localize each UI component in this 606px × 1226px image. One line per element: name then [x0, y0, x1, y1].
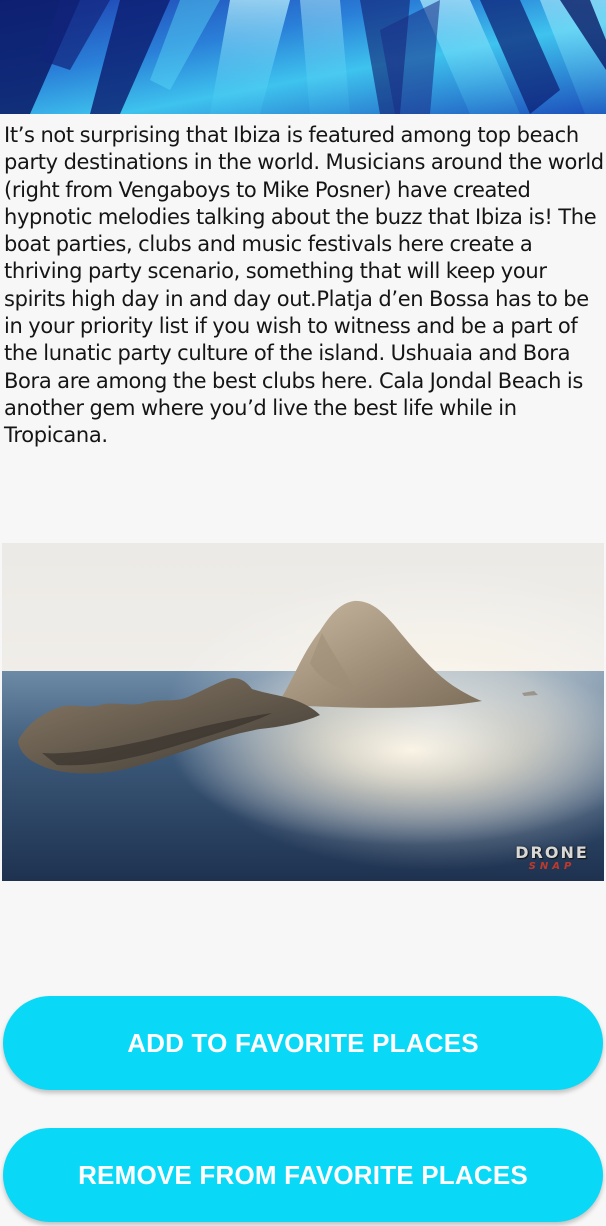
remove-from-favorites-button[interactable]: REMOVE FROM FAVORITE PLACES: [3, 1128, 603, 1222]
add-to-favorites-button[interactable]: ADD TO FAVORITE PLACES: [3, 996, 603, 1090]
island-aerial-photo: [2, 543, 604, 881]
island-photo: DRONE SNAP: [2, 543, 604, 881]
article-text: It’s not surprising that Ibiza is featur…: [4, 123, 604, 448]
party-banner-image: [0, 0, 606, 114]
watermark-sub-text: SNAP: [528, 861, 576, 872]
concert-light-beams-image: [0, 0, 606, 114]
drone-snap-watermark: DRONE SNAP: [508, 843, 596, 877]
watermark-main-text: DRONE: [515, 843, 589, 862]
